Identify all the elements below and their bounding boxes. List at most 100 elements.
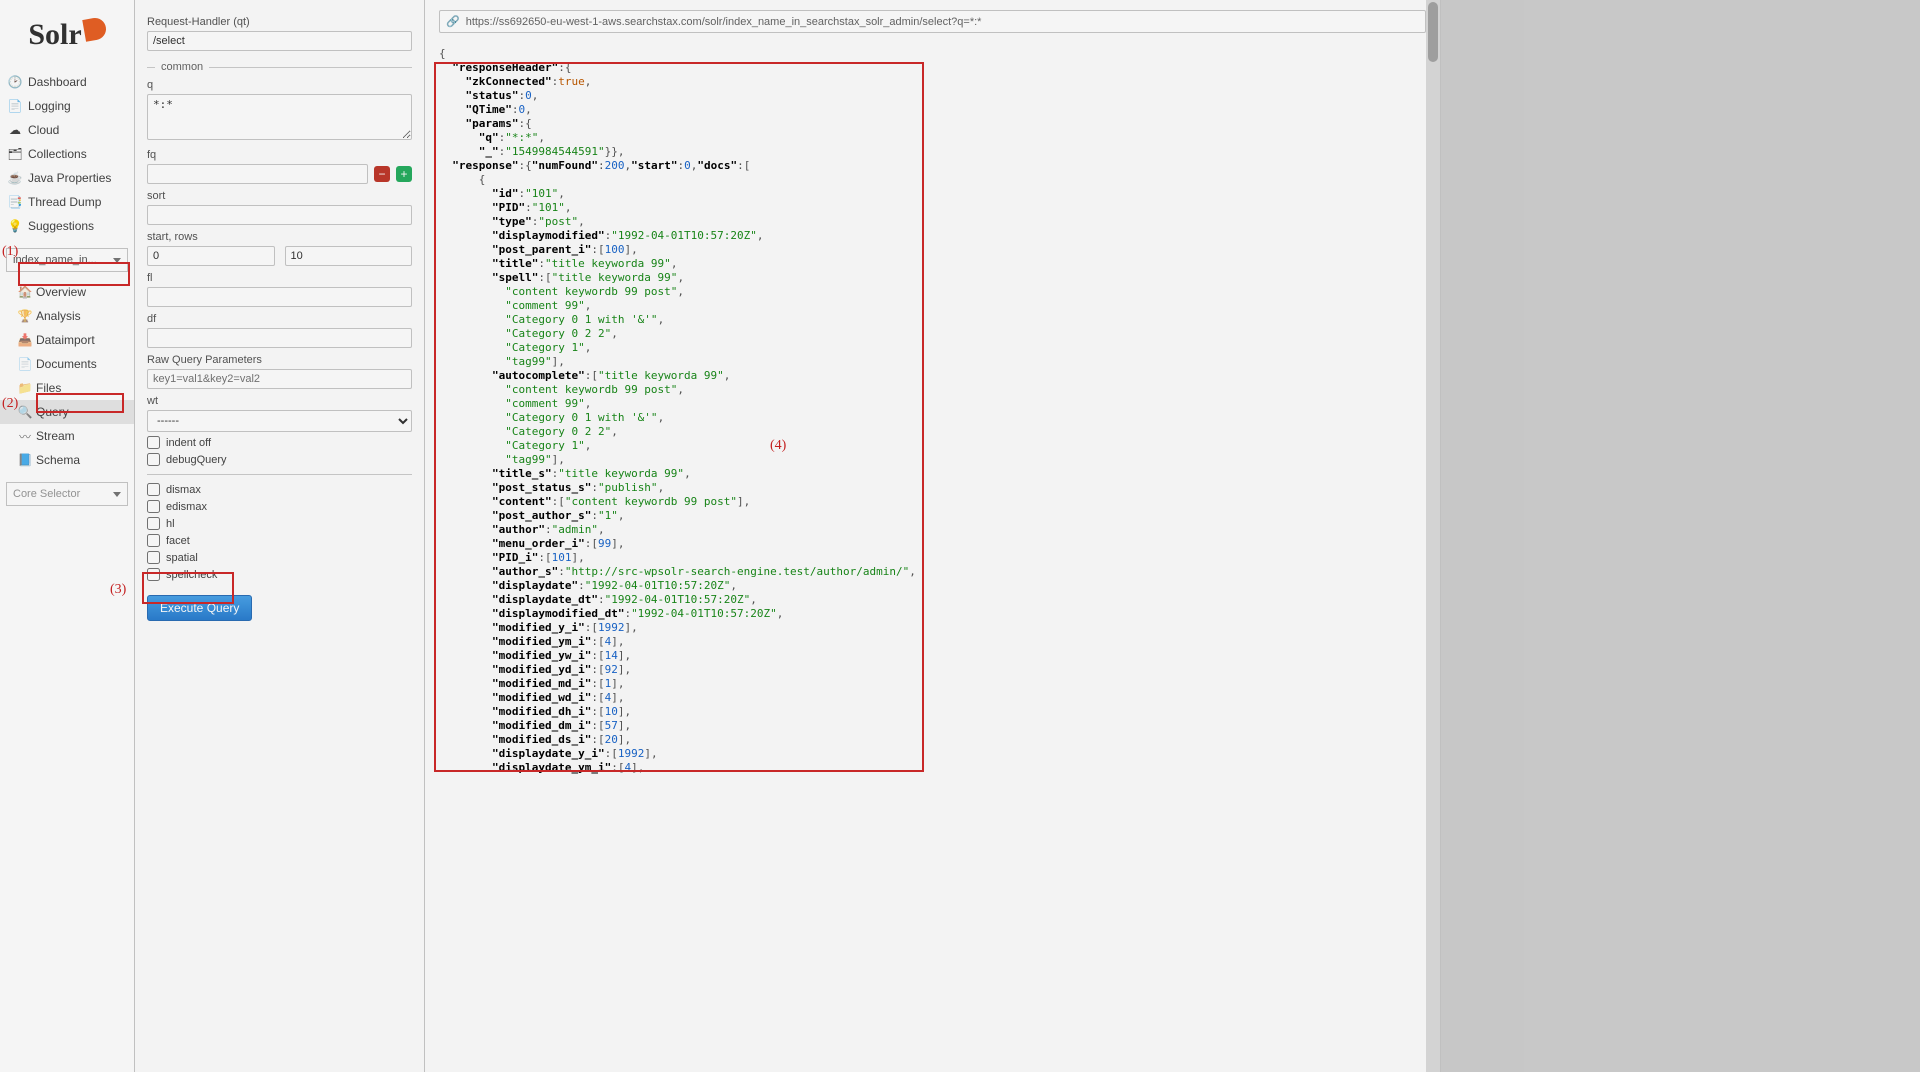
subnav-stream-label: Stream [36,429,75,443]
nav-logging[interactable]: 📄 Logging [0,94,134,118]
nav-java-properties-label: Java Properties [28,171,111,185]
fq-input[interactable] [147,164,368,184]
fl-input[interactable] [147,287,412,307]
indent-off-checkbox[interactable] [147,436,160,449]
thread-icon: 📑 [8,195,22,209]
nav-java-properties[interactable]: ☕Java Properties [0,166,134,190]
index-selector[interactable]: index_name_in... [6,248,128,272]
subnav-files[interactable]: 📁 Files [0,376,134,400]
request-handler-label: Request-Handler (qt) [147,16,412,28]
chevron-down-icon [113,492,121,497]
subnav-stream[interactable]: 〰 Stream [0,424,134,448]
document-icon: 📄 [18,357,32,371]
schema-icon: 📘 [18,453,32,467]
nav-collections-label: Collections [28,147,87,161]
df-label: df [147,313,412,325]
result-url-text: https://ss692650-eu-west-1-aws.searchsta… [466,16,982,28]
logo-text: Solr [28,18,81,52]
nav-dashboard[interactable]: 🕑 Dashboard [0,70,134,94]
subnav-documents-label: Documents [36,357,97,371]
gauge-icon: 🕑 [8,75,22,89]
subnav-dataimport-label: Dataimport [36,333,95,347]
core-selector[interactable]: Core Selector [6,482,128,506]
execute-query-button[interactable]: Execute Query [147,595,252,621]
q-label: q [147,79,412,91]
subnav-documents[interactable]: 📄 Documents [0,352,134,376]
request-handler-input[interactable] [147,31,412,51]
debugquery-checkbox[interactable] [147,453,160,466]
nav-cloud-label: Cloud [28,123,59,137]
start-rows-label: start, rows [147,231,412,243]
indent-off-label: indent off [166,437,211,449]
spatial-label: spatial [166,552,198,564]
result-url-bar[interactable]: 🔗 https://ss692650-eu-west-1-aws.searchs… [439,10,1426,33]
debugquery-label: debugQuery [166,454,227,466]
nav-suggestions-label: Suggestions [28,219,94,233]
rows-input[interactable] [285,246,413,266]
nav-suggestions[interactable]: 💡 Suggestions [0,214,134,238]
scrollbar[interactable] [1426,0,1440,1072]
search-icon: 🔍 [18,405,32,419]
q-input[interactable]: *:* [147,94,412,140]
start-input[interactable] [147,246,275,266]
edismax-checkbox[interactable] [147,500,160,513]
dismax-checkbox[interactable] [147,483,160,496]
callout-1-label: (1) [2,244,18,260]
subnav-files-label: Files [36,381,61,395]
core-selector-label: Core Selector [13,488,80,500]
facet-label: facet [166,535,190,547]
edismax-label: edismax [166,501,207,513]
trophy-icon: 🏆 [18,309,32,323]
nav-cloud[interactable]: ☁Cloud [0,118,134,142]
wt-select[interactable]: ------ [147,410,412,432]
subnav-overview-label: Overview [36,285,86,299]
index-selector-label: index_name_in... [13,254,97,266]
subnav-dataimport[interactable]: 📥 Dataimport [0,328,134,352]
subnav-query[interactable]: 🔍 Query [0,400,134,424]
callout-4-label: (4) [770,438,786,454]
subnav-analysis[interactable]: 🏆 Analysis [0,304,134,328]
sun-icon [82,16,107,41]
subnav-query-label: Query [36,405,69,419]
dismax-label: dismax [166,484,201,496]
spellcheck-checkbox[interactable] [147,568,160,581]
sort-input[interactable] [147,205,412,225]
hl-checkbox[interactable] [147,517,160,530]
folder-icon: 🗂 [8,147,22,161]
log-icon: 📄 [8,99,22,113]
fl-label: fl [147,272,412,284]
bulb-icon: 💡 [8,219,22,233]
nav-thread-dump-label: Thread Dump [28,195,101,209]
nav-dashboard-label: Dashboard [28,75,87,89]
solr-logo: Solr [0,0,134,70]
json-response: { "responseHeader":{ "zkConnected":true,… [439,47,1426,775]
common-legend: common [147,61,412,73]
fq-add-button[interactable]: + [396,166,412,182]
facet-checkbox[interactable] [147,534,160,547]
fq-label: fq [147,149,412,161]
chevron-down-icon [113,258,121,263]
import-icon: 📥 [18,333,32,347]
subnav-overview[interactable]: 🏠Overview [0,280,134,304]
callout-2-label: (2) [2,396,18,412]
raw-params-label: Raw Query Parameters [147,354,412,366]
subnav-schema[interactable]: 📘 Schema [0,448,134,472]
nav-thread-dump[interactable]: 📑 Thread Dump [0,190,134,214]
df-input[interactable] [147,328,412,348]
stream-icon: 〰 [18,429,32,443]
raw-params-input[interactable] [147,369,412,389]
spatial-checkbox[interactable] [147,551,160,564]
scrollbar-thumb[interactable] [1428,2,1438,62]
callout-3-label: (3) [110,582,126,598]
hl-label: hl [166,518,175,530]
fq-remove-button[interactable]: − [374,166,390,182]
subnav-analysis-label: Analysis [36,309,81,323]
sort-label: sort [147,190,412,202]
subnav-schema-label: Schema [36,453,80,467]
nav-logging-label: Logging [28,99,71,113]
link-icon: 🔗 [446,15,460,28]
nav-collections[interactable]: 🗂 Collections [0,142,134,166]
spellcheck-label: spellcheck [166,569,217,581]
wt-label: wt [147,395,412,407]
files-icon: 📁 [18,381,32,395]
